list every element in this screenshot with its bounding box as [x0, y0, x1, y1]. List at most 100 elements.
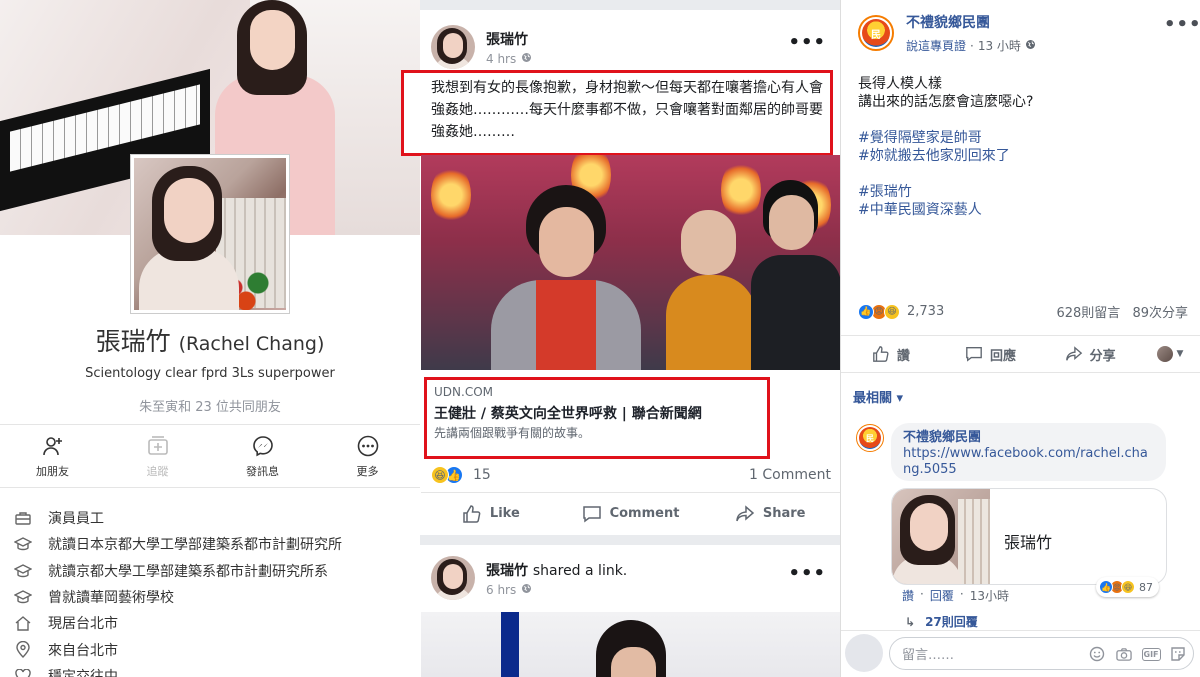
- post-options-button[interactable]: •••: [1164, 14, 1200, 35]
- share-button[interactable]: Share: [700, 493, 840, 534]
- post-author-name[interactable]: 張瑞竹: [486, 563, 528, 579]
- hashtag-link[interactable]: #覺得隔壁家是帥哥: [858, 129, 1178, 147]
- page-post-text: 長得人模人樣 講出來的話怎麼會這麼噁心? #覺得隔壁家是帥哥 #妳就搬去他家別回…: [858, 75, 1178, 219]
- about-item-relationship: 穩定交往中: [14, 663, 414, 677]
- about-item-work: 演員員工: [14, 505, 414, 531]
- page-post-action-bar: 讚 回應 分享 ▼: [841, 335, 1200, 373]
- chevron-down-icon: ▼: [1176, 349, 1184, 359]
- page-post-time[interactable]: 13 小時: [978, 37, 1021, 54]
- heart-icon: [14, 667, 32, 677]
- link-domain: UDN.COM: [434, 385, 493, 399]
- page-logo[interactable]: 民: [858, 15, 894, 51]
- share-label: 分享: [1089, 348, 1116, 364]
- shared-link-image[interactable]: [421, 612, 840, 677]
- thumbs-up-icon: [872, 345, 890, 363]
- about-item-education: 就讀日本京都大學工學部建築系都市計劃研究所: [14, 531, 414, 557]
- post-as-selector[interactable]: ▼: [1140, 346, 1200, 362]
- about-list: 演員員工 就讀日本京都大學工學部建築系都市計劃研究所 就讀京都大學工學部建築系都…: [14, 505, 414, 677]
- post-time-label[interactable]: 4 hrs: [486, 52, 516, 66]
- view-replies-link[interactable]: ↳ 27則回覆: [905, 613, 978, 630]
- avatar: [845, 634, 883, 672]
- link-preview-image[interactable]: [421, 155, 840, 370]
- message-button[interactable]: 發訊息: [210, 425, 315, 487]
- about-item-label: 就讀京都大學工學部建築系都市計劃研究所系: [48, 563, 328, 580]
- gif-icon[interactable]: GIF: [1141, 646, 1161, 662]
- messenger-icon: [251, 434, 275, 458]
- globe-icon: [1025, 39, 1036, 53]
- reaction-count[interactable]: 2,733: [907, 304, 944, 319]
- composer-tools: GIF: [1089, 646, 1186, 662]
- profile-picture[interactable]: [131, 155, 289, 313]
- mutual-friends[interactable]: 朱至寅和 23 位共同朋友: [0, 396, 420, 415]
- reaction-icons[interactable]: 👍 😡 😆: [858, 303, 900, 320]
- share-count[interactable]: 89次分享: [1132, 306, 1188, 321]
- hashtag-link[interactable]: #中華民國資深藝人: [858, 201, 1178, 219]
- profile-name: 張瑞竹 (Rachel Chang): [0, 322, 420, 358]
- comment-author[interactable]: 不禮貌鄉民團: [903, 430, 1154, 446]
- post-author[interactable]: 張瑞竹: [486, 29, 532, 49]
- haha-reaction-icon: 😆: [1121, 580, 1135, 594]
- reactions-summary[interactable]: 😆 👍 15 1 Comment: [431, 462, 831, 488]
- follow-button[interactable]: 追蹤: [105, 425, 210, 487]
- comment-bubble: 不禮貌鄉民團 https://www.facebook.com/rachel.c…: [891, 423, 1166, 481]
- comment-avatar[interactable]: 民: [856, 424, 884, 452]
- like-button[interactable]: 讚: [841, 345, 941, 364]
- add-friend-button[interactable]: 加朋友: [0, 425, 105, 487]
- more-label: 更多: [356, 464, 379, 478]
- hashtag-link[interactable]: #妳就搬去他家別回來了: [858, 147, 1178, 165]
- about-item-current-city: 現居台北市: [14, 610, 414, 636]
- about-item-label: 就讀日本京都大學工學部建築系都市計劃研究所: [48, 537, 342, 554]
- comment-link[interactable]: https://www.facebook.com/rachel.chang.50…: [903, 446, 1154, 478]
- more-icon: [356, 434, 380, 458]
- comment-input-placeholder: 留言……: [902, 648, 955, 663]
- comment-reactions[interactable]: 👍 😡 😆 87: [1096, 577, 1159, 597]
- like-button[interactable]: Like: [421, 493, 561, 534]
- comment-label: Comment: [609, 506, 680, 521]
- like-reaction-icon: 👍: [1099, 580, 1113, 594]
- comment-count[interactable]: 628則留言: [1056, 306, 1120, 321]
- camera-icon[interactable]: [1116, 646, 1132, 662]
- post-header: 張瑞竹 4 hrs: [431, 25, 532, 69]
- post-line: 講出來的話怎麼會這麼噁心?: [858, 94, 1034, 110]
- post-options-button[interactable]: •••: [788, 563, 826, 584]
- about-item-label: 來自台北市: [48, 642, 118, 659]
- replies-label: 27則回覆: [925, 615, 978, 629]
- comment-reply-link[interactable]: 回覆: [930, 587, 954, 604]
- about-item-hometown: 來自台北市: [14, 636, 414, 662]
- comment-like-link[interactable]: 讚: [902, 587, 914, 604]
- post-options-button[interactable]: •••: [788, 32, 826, 53]
- post-text: 我想到有女的長像抱歉，身材抱歉～但每天都在嚷著擔心有人會強姦她…………每天什麼事…: [431, 80, 823, 140]
- avatar[interactable]: [431, 556, 475, 600]
- more-button[interactable]: 更多: [315, 425, 420, 487]
- page-post-header: 民 不禮貌鄉民團 說這專頁證 · 13 小時: [858, 12, 1036, 54]
- comment-count[interactable]: 1 Comment: [749, 467, 831, 483]
- edit-attribution-link[interactable]: 說這專頁證: [906, 37, 966, 54]
- emoji-icon[interactable]: [1089, 646, 1105, 662]
- sticker-icon[interactable]: [1170, 646, 1186, 662]
- link-preview-card[interactable]: 張瑞竹: [891, 488, 1167, 585]
- comment-sort-dropdown[interactable]: 最相關 ▾: [853, 387, 903, 406]
- preview-name: 張瑞竹: [1004, 533, 1053, 552]
- separator-dot: ·: [959, 587, 964, 601]
- post-time: 6 hrs: [486, 583, 627, 597]
- page-name[interactable]: 不禮貌鄉民團: [906, 12, 1036, 32]
- comment-button[interactable]: Comment: [561, 493, 701, 534]
- avatar: [1156, 346, 1173, 362]
- engagement-counts: 628則留言 89次分享: [1048, 302, 1188, 321]
- post-time-label[interactable]: 6 hrs: [486, 583, 516, 597]
- hashtag-link[interactable]: #張瑞竹: [858, 183, 1178, 201]
- globe-icon: [521, 52, 532, 66]
- avatar[interactable]: [431, 25, 475, 69]
- share-arrow-icon: [1065, 345, 1083, 363]
- share-button[interactable]: 分享: [1040, 345, 1140, 364]
- comment-time[interactable]: 13小時: [970, 587, 1009, 604]
- profile-bio: Scientology clear fprd 3Ls superpower: [85, 366, 335, 381]
- profile-panel: 張瑞竹 (Rachel Chang) Scientology clear fpr…: [0, 0, 420, 677]
- comment-icon: [965, 345, 983, 363]
- link-title[interactable]: 王健壯 / 蔡英文向全世界呼救 | 聯合新聞網: [434, 403, 702, 423]
- profile-name-en: (Rachel Chang): [178, 333, 325, 355]
- page-post-meta: 說這專頁證 · 13 小時: [906, 37, 1036, 54]
- comment-button[interactable]: 回應: [941, 345, 1041, 364]
- reaction-count: 15: [473, 467, 491, 483]
- add-friend-icon: [41, 434, 65, 458]
